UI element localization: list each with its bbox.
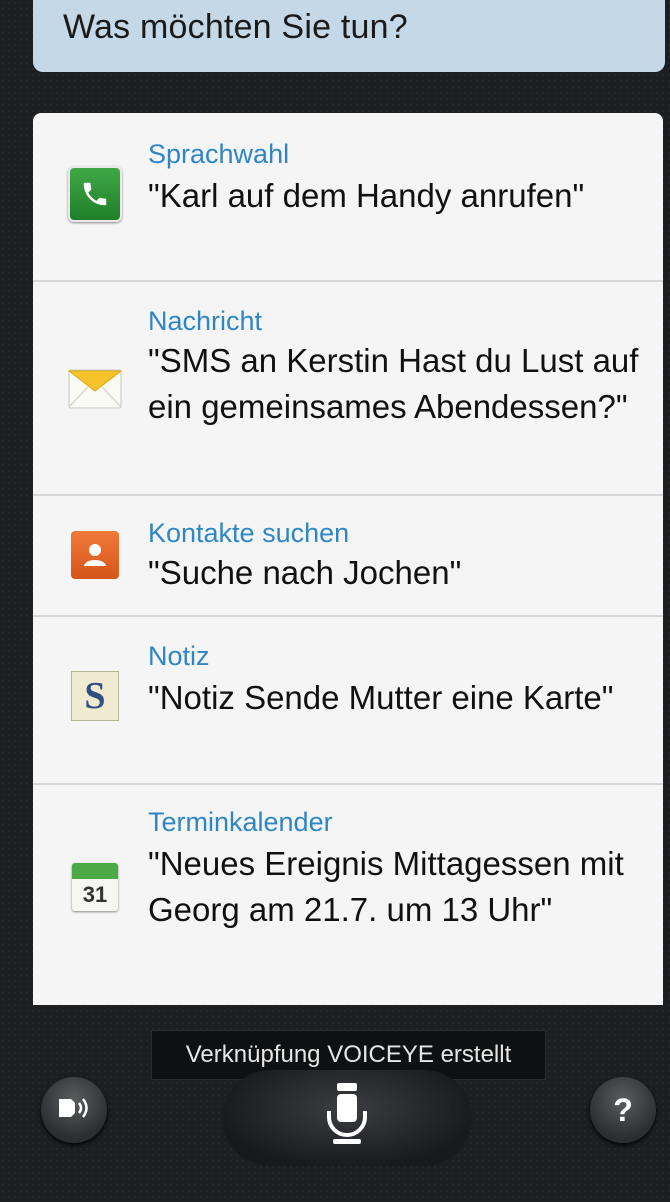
help-icon: ? bbox=[613, 1091, 633, 1128]
command-example: "Suche nach Jochen" bbox=[148, 554, 462, 591]
command-category: Notiz bbox=[148, 641, 210, 671]
help-button[interactable]: ? bbox=[590, 1077, 656, 1143]
contacts-icon bbox=[68, 528, 122, 582]
speaker-icon bbox=[57, 1092, 91, 1129]
command-example: "Notiz Sende Mutter eine Karte" bbox=[148, 679, 614, 716]
command-category: Kontakte suchen bbox=[148, 518, 350, 548]
command-item-message[interactable]: Nachricht "SMS an Kerstin Hast du Lust a… bbox=[33, 282, 663, 496]
command-category: Sprachwahl bbox=[148, 139, 290, 169]
calendar-icon-date: 31 bbox=[72, 879, 118, 911]
prompt-text: Was möchten Sie tun? bbox=[63, 8, 408, 46]
command-item-calendar[interactable]: 31 Terminkalender "Neues Ereignis Mittag… bbox=[33, 785, 663, 1005]
speaker-button[interactable] bbox=[41, 1077, 107, 1143]
command-list: Sprachwahl "Karl auf dem Handy anrufen" … bbox=[33, 113, 663, 1005]
message-envelope-icon bbox=[67, 362, 123, 416]
prompt-bubble: Was möchten Sie tun? bbox=[33, 0, 665, 72]
command-example: "SMS an Kerstin Hast du Lust auf ein gem… bbox=[148, 342, 639, 425]
microphone-button[interactable] bbox=[222, 1070, 472, 1166]
command-item-memo[interactable]: S Notiz "Notiz Sende Mutter eine Karte" bbox=[33, 617, 663, 785]
phone-icon bbox=[68, 166, 122, 222]
command-item-contact-search[interactable]: Kontakte suchen "Suche nach Jochen" bbox=[33, 496, 663, 617]
calendar-icon: 31 bbox=[68, 860, 122, 914]
microphone-icon bbox=[325, 1081, 369, 1156]
command-item-voice-dial[interactable]: Sprachwahl "Karl auf dem Handy anrufen" bbox=[33, 113, 663, 282]
command-example: "Neues Ereignis Mittagessen mit Georg am… bbox=[148, 845, 624, 928]
command-example: "Karl auf dem Handy anrufen" bbox=[148, 177, 585, 214]
memo-icon: S bbox=[68, 669, 122, 723]
command-category: Nachricht bbox=[148, 306, 263, 336]
command-category: Terminkalender bbox=[148, 807, 333, 837]
